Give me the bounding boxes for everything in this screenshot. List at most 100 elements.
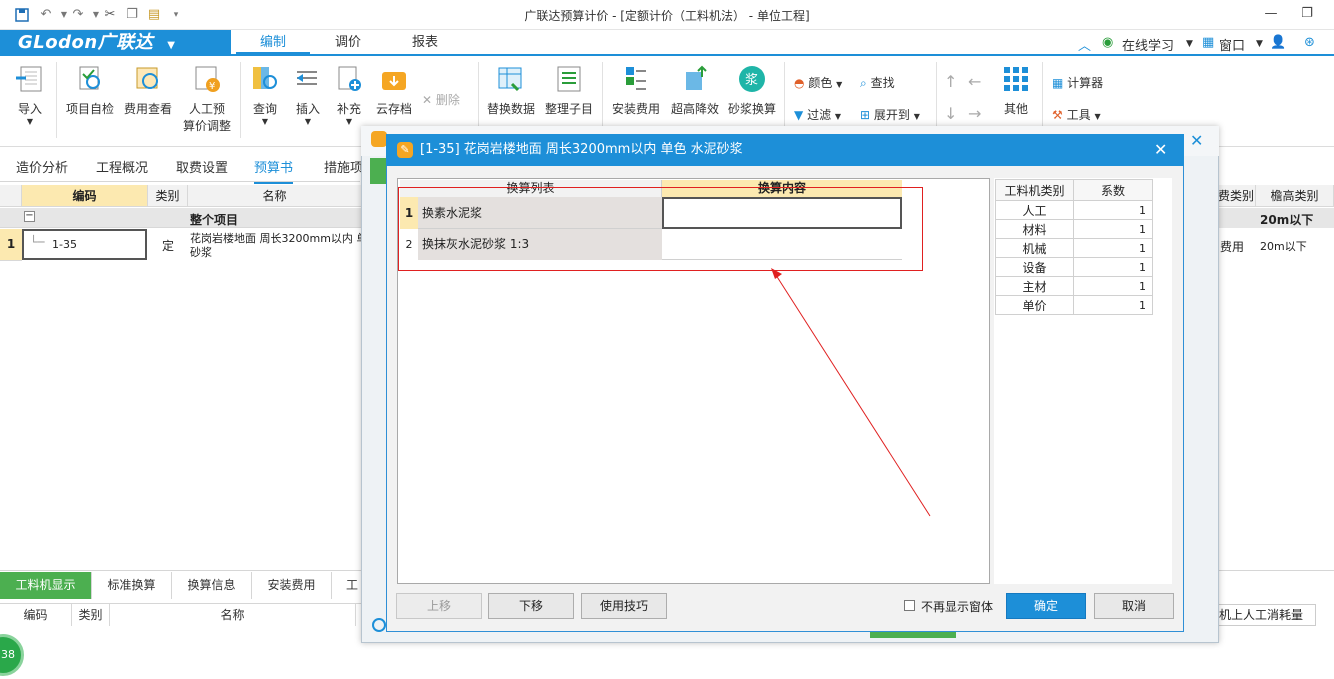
parent-search-icon[interactable] — [372, 618, 386, 632]
logo-dropdown-icon[interactable]: ▼ — [167, 40, 175, 51]
tab-partial[interactable]: 工 — [332, 572, 362, 599]
row1-name-line2: 砂浆 — [190, 246, 212, 259]
ok-button[interactable]: 确定 — [1006, 593, 1086, 619]
factor-coef-input[interactable]: 1 — [1073, 200, 1153, 220]
tools-button[interactable]: ⚒ 工具 ▼ — [1052, 106, 1101, 123]
bottom-col-type[interactable]: 类别 — [72, 604, 110, 626]
supplement-button[interactable]: 补充 ▼ — [330, 64, 368, 126]
factor-coef-input[interactable]: 1 — [1073, 238, 1153, 258]
collapse-ribbon-icon[interactable]: ︿ — [1078, 35, 1091, 54]
super-high-button[interactable]: 超高降效 — [668, 64, 722, 117]
col-name[interactable]: 名称 — [188, 185, 362, 207]
tools-label: 工具 — [1066, 108, 1091, 122]
group-row[interactable] — [0, 208, 362, 228]
usage-tips-button[interactable]: 使用技巧 — [581, 593, 667, 619]
restore-icon[interactable]: ❐ — [1294, 4, 1320, 24]
group-row-eave: 20m以下 — [1260, 213, 1314, 227]
minimize-icon[interactable]: — — [1258, 4, 1284, 24]
customize-toolbar-icon[interactable]: ▾ — [168, 7, 184, 23]
row1-code-cell[interactable]: └─ 1-35 — [22, 229, 147, 260]
organize-button[interactable]: 整理子目 — [542, 64, 596, 117]
user-icon[interactable]: 👤 — [1270, 35, 1286, 50]
import-button[interactable]: 导入 ▼ — [8, 64, 52, 126]
expand-label: 展开到 — [873, 108, 910, 122]
move-up-button[interactable]: 上移 — [396, 593, 482, 619]
dialog-close-icon[interactable]: ✕ — [1154, 140, 1167, 159]
delete-button[interactable]: ✕ 删除 — [422, 91, 460, 108]
col-type[interactable]: 类别 — [148, 185, 188, 207]
online-learning-dropdown-icon[interactable]: ▼ — [1186, 39, 1193, 49]
cloud-save-button[interactable]: 云存档 — [372, 64, 416, 117]
insert-button[interactable]: 插入 ▼ — [288, 64, 328, 126]
factor-coef-input[interactable]: 1 — [1073, 295, 1153, 315]
tree-line: └─ — [30, 235, 45, 249]
factor-coef-input[interactable]: 1 — [1073, 276, 1153, 296]
tab-reports[interactable]: 报表 — [395, 33, 455, 55]
undo-icon[interactable]: ↶ — [38, 7, 54, 23]
tab-conversion-info[interactable]: 换算信息 — [172, 572, 252, 599]
calculator-icon: ▦ — [1052, 76, 1064, 90]
calculator-button[interactable]: ▦ 计算器 — [1052, 74, 1103, 91]
online-learning-link[interactable]: 在线学习 — [1122, 35, 1174, 54]
move-down-button[interactable]: 下移 — [488, 593, 574, 619]
row1-name[interactable]: 花岗岩楼地面 周长3200mm以内 单 — [190, 230, 362, 246]
labor-adjust-label-1: 人工预 — [188, 102, 225, 116]
no-show-checkbox[interactable] — [904, 600, 915, 611]
window-icon: ▦ — [1202, 35, 1215, 50]
bottom-col-machine-labor[interactable]: 机上人工消耗量 — [1216, 604, 1316, 626]
tab-standard-conversion[interactable]: 标准换算 — [92, 572, 172, 599]
factor-coef-input[interactable]: 1 — [1073, 257, 1153, 277]
bottom-col-code[interactable]: 编码 — [0, 604, 72, 626]
save-icon[interactable] — [14, 7, 30, 23]
color-button[interactable]: ◓ 颜色 ▼ — [794, 74, 842, 91]
col-code[interactable]: 编码 — [22, 185, 148, 207]
window-dropdown-icon[interactable]: ▼ — [1256, 39, 1263, 49]
tab-edit[interactable]: 编制 — [236, 33, 310, 55]
query-button[interactable]: 查询 ▼ — [244, 64, 286, 126]
bottom-col-name[interactable]: 名称 — [110, 604, 356, 626]
notification-badge[interactable]: 38 — [0, 634, 24, 676]
move-right-icon[interactable]: → — [968, 104, 981, 123]
expand-button[interactable]: ⊞ 展开到 ▼ — [860, 106, 920, 123]
col-fee-type[interactable]: 费类别 — [1216, 185, 1256, 207]
cancel-button[interactable]: 取消 — [1094, 593, 1174, 619]
tab-project-overview[interactable]: 工程概况 — [96, 157, 148, 176]
tab-measures[interactable]: 措施项 — [324, 157, 363, 176]
tab-budget-book[interactable]: 预算书 — [254, 157, 294, 184]
replace-data-button[interactable]: 替换数据 — [484, 64, 538, 117]
paste-icon[interactable]: ▤ — [146, 7, 162, 23]
tab-cost-analysis[interactable]: 造价分析 — [16, 157, 68, 176]
tab-fee-settings[interactable]: 取费设置 — [176, 157, 228, 176]
filter-button[interactable]: ▼ 过滤 ▼ — [794, 106, 841, 123]
organize-label: 整理子目 — [544, 102, 593, 116]
copy-icon[interactable]: ❐ — [124, 7, 140, 23]
fee-view-button[interactable]: 费用查看 — [120, 64, 176, 117]
redo-icon[interactable]: ↷ — [70, 7, 86, 23]
move-down-icon[interactable]: ↓ — [944, 104, 957, 123]
move-left-icon[interactable]: ← — [968, 72, 981, 91]
cloud-save-label: 云存档 — [375, 102, 412, 116]
factor-coef-input[interactable]: 1 — [1073, 219, 1153, 239]
help-icon[interactable]: ⊛ — [1304, 35, 1315, 50]
find-button[interactable]: ⌕ 查找 — [860, 74, 895, 91]
tab-price-adjust[interactable]: 调价 — [318, 33, 378, 55]
col-eave[interactable]: 檐高类别 — [1256, 185, 1334, 207]
insert-label: 插入 — [295, 102, 320, 116]
ribbon-separator — [56, 62, 57, 138]
tab-material-display[interactable]: 工料机显示 — [0, 572, 92, 599]
other-button[interactable]: 其他 — [996, 64, 1036, 117]
project-check-button[interactable]: 项目自检 — [62, 64, 118, 117]
labor-adjust-button[interactable]: ¥ 人工预 算价调整 — [178, 64, 236, 134]
cut-icon[interactable]: ✂ — [102, 7, 118, 23]
mortar-button[interactable]: 浆 砂浆换算 — [726, 64, 778, 117]
move-up-icon[interactable]: ↑ — [944, 72, 957, 91]
grid-corner — [0, 185, 22, 207]
collapse-icon[interactable]: − — [24, 211, 35, 222]
tab-install-fee[interactable]: 安装费用 — [252, 572, 332, 599]
install-fee-button[interactable]: 安装费用 — [608, 64, 664, 117]
parent-dialog-close-icon[interactable]: ✕ — [1190, 131, 1203, 150]
cloud-save-icon — [379, 64, 409, 94]
app-logo[interactable]: GLodon广联达 ▼ — [0, 30, 231, 56]
window-menu[interactable]: 窗口 — [1219, 35, 1245, 54]
dialog-title-bar: [1-35] 花岗岩楼地面 周长3200mm以内 单色 水泥砂浆 — [386, 134, 1184, 166]
